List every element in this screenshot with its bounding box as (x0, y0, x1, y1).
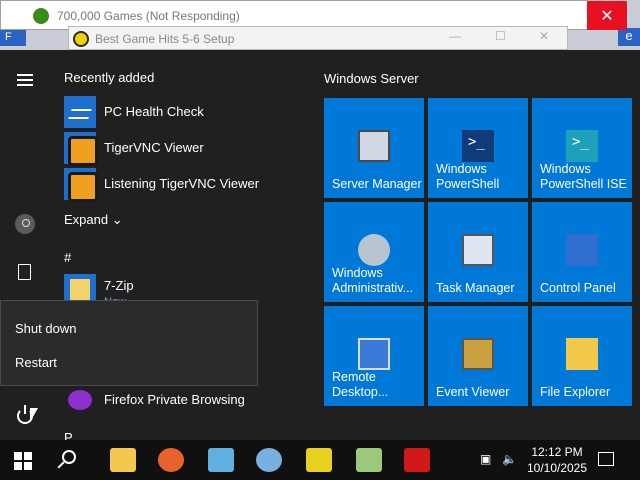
hash-group-header[interactable]: # (64, 250, 71, 265)
tile-task-manager[interactable]: Task Manager (428, 202, 528, 302)
user-account-icon[interactable] (15, 214, 35, 234)
minimize-button[interactable]: — (449, 29, 461, 43)
tile-control-panel[interactable]: Control Panel (532, 202, 632, 302)
tile-label: File Explorer (540, 385, 611, 399)
tile-label: Event Viewer (436, 385, 510, 399)
app-label: Firefox Private Browsing (104, 392, 245, 407)
app-taskbar-icon[interactable] (208, 448, 234, 472)
tile-label: Windows Administrativ... (332, 266, 414, 295)
shut-down-option[interactable]: Shut down (15, 321, 76, 336)
tile-label: Control Panel (540, 281, 616, 295)
window-title: 700,000 Games (Not Responding) (57, 9, 240, 23)
tile-windows-administrative-tools[interactable]: Windows Administrativ... (324, 202, 424, 302)
firefox-private-icon (64, 384, 96, 416)
search-icon[interactable] (62, 450, 76, 464)
tile-remote-desktop[interactable]: Remote Desktop... (324, 306, 424, 406)
window-title: Best Game Hits 5-6 Setup (95, 32, 235, 46)
app-listening-tigervnc-viewer[interactable]: Listening TigerVNC Viewer (64, 168, 304, 202)
tile-label: Server Manager (332, 177, 422, 191)
powershell-icon (462, 130, 494, 162)
close-icon: ✕ (600, 8, 614, 25)
app-tigervnc-viewer[interactable]: TigerVNC Viewer (64, 132, 304, 166)
admin-tools-icon (358, 234, 390, 266)
pc-health-check-icon (64, 96, 96, 128)
hamburger-icon[interactable] (17, 74, 33, 89)
remote-desktop-icon (358, 338, 390, 370)
app-label: 7-Zip (104, 278, 134, 293)
close-button[interactable]: ✕ (539, 29, 549, 43)
notifications-icon[interactable] (598, 452, 614, 466)
tile-label: Windows PowerShell ISE (540, 162, 627, 191)
window-setup[interactable]: Best Game Hits 5-6 Setup — ☐ ✕ (68, 26, 568, 50)
powershell-ise-icon (566, 130, 598, 162)
tigervnc-icon (64, 132, 98, 166)
strip-left-label: F (5, 31, 12, 43)
tile-windows-powershell[interactable]: Windows PowerShell (428, 98, 528, 198)
game-app-icon (33, 8, 49, 24)
paint-taskbar-icon[interactable] (256, 448, 282, 472)
installer-taskbar-icon[interactable] (356, 448, 382, 472)
expand-button[interactable]: Expand ⌄ (64, 212, 123, 228)
firefox-taskbar-icon[interactable] (158, 448, 184, 472)
windows-start-icon[interactable] (14, 452, 32, 470)
tile-label: Task Manager (436, 281, 515, 295)
recently-added-header: Recently added (64, 70, 155, 85)
restart-option[interactable]: Restart (15, 355, 57, 370)
task-manager-icon (462, 234, 494, 266)
server-manager-icon (358, 130, 390, 162)
background-window-strip-left[interactable]: F (0, 28, 26, 46)
file-explorer-taskbar-icon[interactable] (110, 448, 136, 472)
background-window-strip-right[interactable]: e (618, 28, 640, 46)
app-pc-health-check[interactable]: PC Health Check (64, 96, 304, 128)
system-clock[interactable]: 12:12 PM 10/10/2025 (524, 444, 590, 476)
tile-server-manager[interactable]: Server Manager (324, 98, 424, 198)
start-menu: Recently added PC Health Check TigerVNC … (0, 50, 640, 445)
app-label: Listening TigerVNC Viewer (104, 176, 260, 191)
pdf-taskbar-icon[interactable] (404, 448, 430, 472)
taskbar: ▣ 🔈 12:12 PM 10/10/2025 (0, 440, 640, 480)
game-taskbar-icon[interactable] (306, 448, 332, 472)
tile-windows-powershell-ise[interactable]: Windows PowerShell ISE (532, 98, 632, 198)
file-explorer-icon (566, 338, 598, 370)
power-options-menu: Shut down Restart (0, 300, 258, 386)
app-label: TigerVNC Viewer (104, 140, 204, 155)
maximize-button[interactable]: ☐ (495, 29, 506, 43)
volume-muted-icon[interactable]: 🔈 (502, 452, 517, 466)
app-firefox-private-browsing[interactable]: Firefox Private Browsing (64, 384, 304, 416)
mouse-cursor (30, 408, 38, 422)
tiles-panel: Windows Server Server Manager Windows Po… (310, 50, 640, 440)
tile-label: Remote Desktop... (332, 370, 389, 399)
tile-label: Windows PowerShell (436, 162, 500, 191)
tile-event-viewer[interactable]: Event Viewer (428, 306, 528, 406)
control-panel-icon (566, 234, 598, 266)
chevron-down-icon: ⌄ (111, 212, 123, 227)
documents-icon[interactable] (18, 264, 31, 280)
expand-label: Expand (64, 212, 109, 227)
app-label: PC Health Check (104, 104, 204, 119)
network-icon[interactable]: ▣ (480, 452, 491, 466)
strip-right-label: e (625, 28, 633, 43)
clock-date: 10/10/2025 (526, 461, 588, 475)
clock-time: 12:12 PM (531, 445, 583, 459)
event-viewer-icon (462, 338, 494, 370)
tile-file-explorer[interactable]: File Explorer (532, 306, 632, 406)
setup-app-icon (73, 31, 89, 47)
tiles-group-title: Windows Server (324, 71, 419, 86)
tigervnc-icon (64, 168, 98, 202)
